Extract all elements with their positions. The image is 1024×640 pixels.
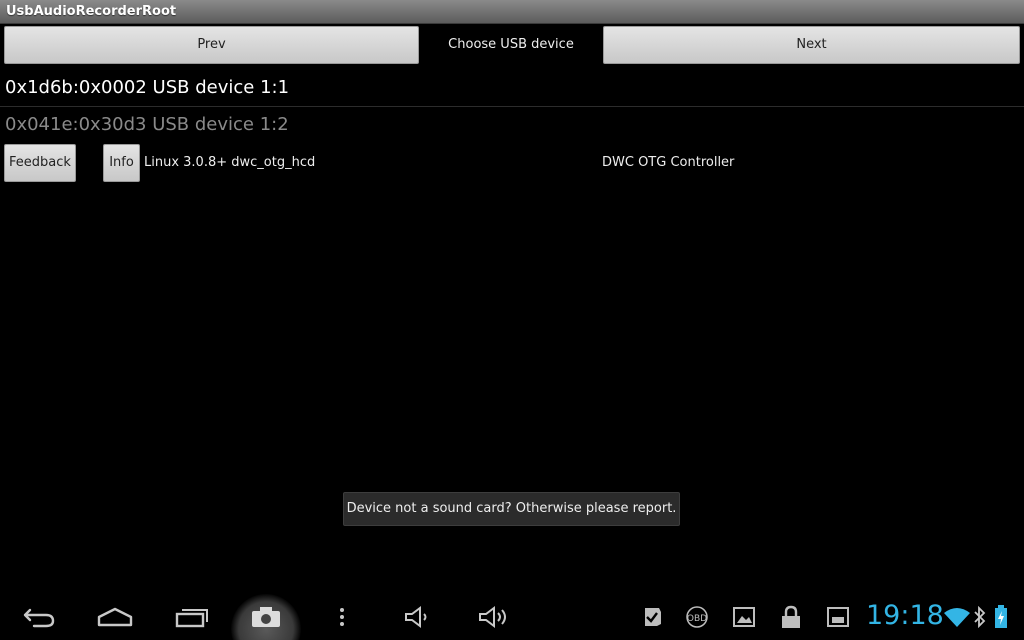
- menu-icon[interactable]: [330, 594, 354, 640]
- wifi-icon: [942, 594, 972, 640]
- controller-info: DWC OTG Controller: [602, 155, 735, 170]
- toast-message: Device not a sound card? Otherwise pleas…: [343, 492, 680, 526]
- device-item-2[interactable]: 0x041e:0x30d3 USB device 1:2: [5, 114, 289, 135]
- check-notification-icon: [638, 594, 666, 640]
- next-button[interactable]: Next: [603, 26, 1020, 64]
- gallery-icon: [730, 594, 758, 640]
- device-item-1[interactable]: 0x1d6b:0x0002 USB device 1:1: [5, 77, 289, 98]
- recent-apps-icon[interactable]: [170, 594, 212, 640]
- back-icon[interactable]: [18, 594, 60, 640]
- bluetooth-icon: [972, 594, 988, 640]
- volume-down-icon[interactable]: [400, 594, 436, 640]
- svg-text:OBD: OBD: [687, 614, 707, 624]
- clock: 19:18: [866, 600, 944, 631]
- list-divider: [0, 106, 1024, 107]
- feedback-button[interactable]: Feedback: [4, 144, 76, 182]
- lock-notification-icon: [776, 594, 806, 640]
- obd-icon: OBD: [682, 594, 712, 640]
- info-button[interactable]: Info: [103, 144, 140, 182]
- driver-info: Linux 3.0.8+ dwc_otg_hcd: [144, 155, 316, 170]
- camera-icon[interactable]: [245, 594, 287, 640]
- home-icon[interactable]: [94, 594, 136, 640]
- page-title: Choose USB device: [448, 37, 574, 52]
- screenshot-icon: [824, 594, 852, 640]
- volume-up-icon[interactable]: [474, 594, 514, 640]
- prev-button[interactable]: Prev: [4, 26, 419, 64]
- title-bar: UsbAudioRecorderRoot: [0, 0, 1024, 24]
- battery-icon: [990, 594, 1012, 640]
- window-title: UsbAudioRecorderRoot: [6, 4, 177, 19]
